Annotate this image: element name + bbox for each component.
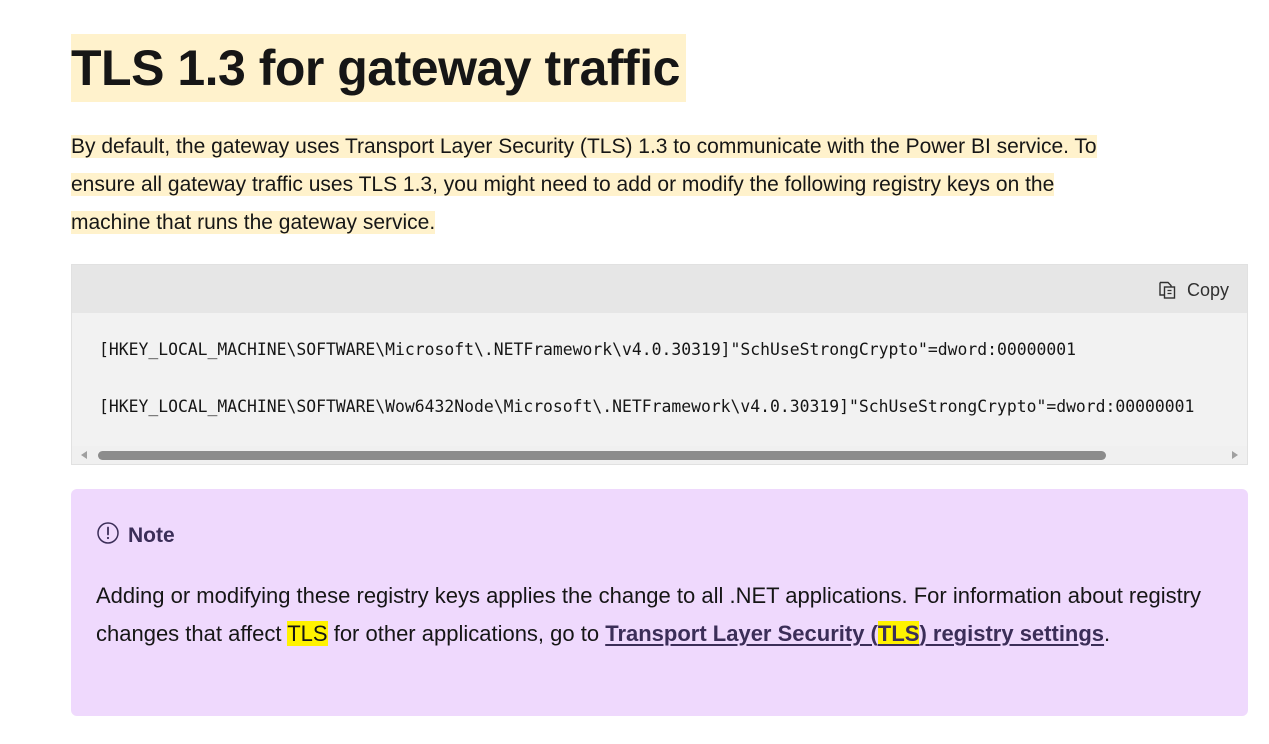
copy-button[interactable]: Copy (1157, 277, 1229, 303)
link-text: Transport Layer Security ( (605, 621, 878, 646)
link-tls-match: TLS (877, 621, 920, 646)
note-callout: Note Adding or modifying these registry … (71, 489, 1248, 716)
code-header: Copy (72, 265, 1247, 313)
copy-icon (1157, 280, 1177, 300)
note-tls-match: TLS (287, 621, 328, 646)
note-body: Adding or modifying these registry keys … (96, 577, 1226, 653)
scroll-right-arrow-icon[interactable] (1232, 451, 1238, 459)
horizontal-scrollbar[interactable] (72, 446, 1247, 464)
code-line: [HKEY_LOCAL_MACHINE\SOFTWARE\Wow6432Node… (99, 397, 1195, 416)
info-circle-icon (96, 521, 120, 551)
note-text: for other applications, go to (327, 621, 606, 646)
code-body[interactable]: [HKEY_LOCAL_MACHINE\SOFTWARE\Microsoft\.… (72, 313, 1247, 447)
code-block: Copy [HKEY_LOCAL_MACHINE\SOFTWARE\Micros… (71, 264, 1248, 465)
doc-page: TLS 1.3 for gateway traffic By default, … (0, 0, 1269, 744)
note-header: Note (96, 521, 175, 551)
link-text: ) registry settings (919, 621, 1105, 646)
code-line: [HKEY_LOCAL_MACHINE\SOFTWARE\Microsoft\.… (99, 340, 1076, 359)
intro-paragraph: By default, the gateway uses Transport L… (71, 128, 1221, 242)
intro-text: By default, the gateway uses Transport L… (71, 135, 587, 158)
intro-text: 1.3, you might need to add or modify the… (397, 173, 1055, 196)
intro-text: ensure all gateway traffic uses (71, 173, 359, 196)
page-title: TLS 1.3 for gateway traffic (71, 34, 686, 102)
intro-tls-match: TLS (586, 135, 626, 158)
copy-label: Copy (1186, 279, 1229, 300)
tls-registry-settings-link[interactable]: Transport Layer Security (TLS) registry … (605, 621, 1104, 646)
intro-text: ) 1.3 to communicate with the Power BI s… (625, 135, 1097, 158)
scroll-left-arrow-icon[interactable] (81, 451, 87, 459)
intro-text: machine that runs the gateway service. (71, 211, 436, 234)
intro-tls-match: TLS (358, 173, 398, 196)
scrollbar-thumb[interactable] (98, 451, 1106, 460)
note-title: Note (128, 524, 175, 547)
note-text-end: . (1104, 621, 1111, 646)
